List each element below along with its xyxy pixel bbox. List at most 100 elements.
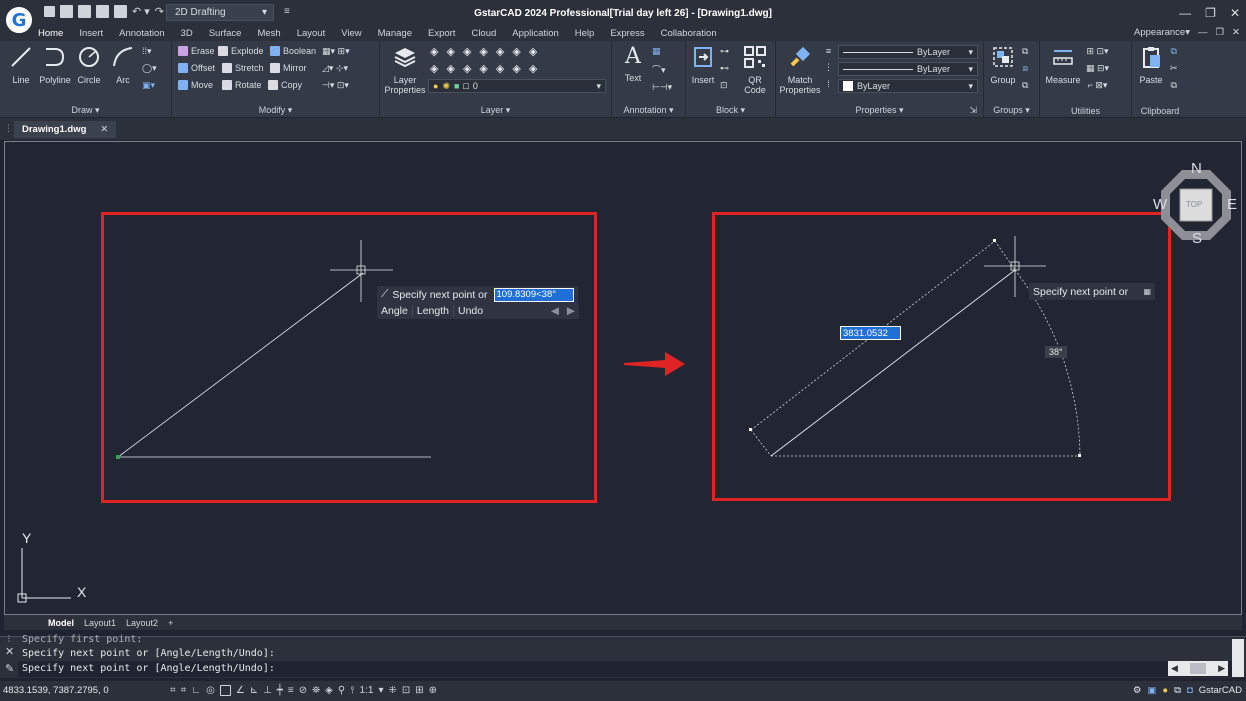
chevron-down-icon[interactable]: ▾: [378, 685, 383, 696]
layer-tool-icon[interactable]: ◈: [430, 45, 438, 58]
tab-model[interactable]: Model: [44, 618, 78, 628]
tab-express[interactable]: Express: [602, 28, 652, 39]
tab-layout1[interactable]: Layout1: [80, 618, 120, 628]
length-input-field[interactable]: 3831.0532: [840, 326, 901, 340]
ellipse-icon[interactable]: ◯▾: [142, 63, 157, 74]
ribbon-close-icon[interactable]: ✕: [1232, 27, 1240, 38]
tab-annotation[interactable]: Annotation: [111, 28, 172, 39]
minimize-button[interactable]: —: [1179, 6, 1191, 20]
explode-button[interactable]: Explode: [218, 46, 264, 56]
line-button[interactable]: Line: [4, 45, 38, 85]
transparency-icon[interactable]: ⁞: [827, 79, 830, 89]
rotate-button[interactable]: Rotate: [222, 80, 262, 90]
paste-button[interactable]: Paste: [1134, 45, 1168, 85]
group-select-icon[interactable]: ⧉: [1022, 80, 1028, 91]
add-layout-button[interactable]: +: [164, 618, 177, 628]
dimension-icon[interactable]: ⊢⊣▾: [652, 82, 672, 93]
attribute-icon[interactable]: ⊷: [720, 63, 729, 74]
option-length[interactable]: Length: [413, 305, 454, 317]
close-button[interactable]: ✕: [1230, 6, 1240, 20]
tab-collaboration[interactable]: Collaboration: [653, 28, 725, 39]
trim-icon[interactable]: ⊣▾ ⊡▾: [322, 80, 349, 91]
layer-tool-icon[interactable]: ◈: [512, 45, 520, 58]
command-vscroll[interactable]: [1232, 639, 1244, 677]
boolean-button[interactable]: Boolean: [270, 46, 316, 56]
calculator-icon[interactable]: ▦ ⊟▾: [1086, 63, 1109, 74]
monitor-icon[interactable]: ▣: [1147, 685, 1156, 696]
appearance-menu[interactable]: Appearance▾: [1134, 27, 1190, 38]
layer-tool-icon[interactable]: ◈: [496, 45, 504, 58]
compass-east[interactable]: E: [1227, 196, 1237, 213]
tab-cloud[interactable]: Cloud: [463, 28, 504, 39]
layer-tool-icon[interactable]: ◈: [512, 62, 520, 75]
layer-tool-icon[interactable]: ◈: [529, 62, 537, 75]
app-menu-button[interactable]: G: [4, 5, 34, 35]
layer-tool-icon[interactable]: ◈: [529, 45, 537, 58]
scroll-thumb[interactable]: [1190, 663, 1206, 674]
ortho-mode-icon[interactable]: ∟: [191, 685, 201, 696]
color-dropdown[interactable]: ByLayer ▾: [838, 45, 978, 59]
compass-south[interactable]: S: [1192, 230, 1202, 247]
copy-base-icon[interactable]: ⧉: [1171, 80, 1177, 91]
layer-tool-icon[interactable]: ◈: [479, 62, 487, 75]
tab-insert[interactable]: Insert: [71, 28, 111, 39]
snap-mode-icon[interactable]: ⌗: [181, 685, 187, 696]
measure-button[interactable]: Measure: [1044, 45, 1082, 85]
array-icon[interactable]: ▦▾ ⊞▾: [322, 46, 350, 57]
tab-layout2[interactable]: Layout2: [122, 618, 162, 628]
lineweight-icon[interactable]: ≡: [826, 46, 831, 56]
tab-surface[interactable]: Surface: [201, 28, 250, 39]
text-button[interactable]: A Text: [616, 45, 650, 84]
cut-icon[interactable]: ✂: [1170, 63, 1178, 74]
linetype-dropdown[interactable]: ByLayer ▾: [838, 62, 978, 76]
drawing-canvas[interactable]: ⟋ Specify next point or 109.8309<38° Ang…: [4, 141, 1242, 615]
polar-tracking-icon[interactable]: ◎: [206, 685, 215, 696]
workspace-switch-icon[interactable]: ⁜: [388, 685, 396, 696]
copy-clip-icon[interactable]: ⧉: [1171, 46, 1177, 57]
linetype-icon[interactable]: ⋮: [824, 62, 833, 73]
layer-tool-icon[interactable]: ◈: [446, 62, 454, 75]
ribbon-restore-icon[interactable]: ❐: [1216, 27, 1225, 38]
isolate-objects-icon[interactable]: ⊡: [402, 685, 410, 696]
scroll-right-icon[interactable]: ▶: [1218, 663, 1225, 674]
3d-osnap-icon[interactable]: ∠: [236, 685, 245, 696]
annotation-panel-title[interactable]: Annotation ▾: [612, 105, 685, 116]
command-scrollbar[interactable]: ◀ ▶: [1168, 661, 1228, 676]
annotation-scale-value[interactable]: 1:1: [360, 685, 374, 696]
maximize-button[interactable]: ❐: [1205, 6, 1216, 20]
group-edit-icon[interactable]: ⧈: [1022, 63, 1028, 74]
tab-layout[interactable]: Layout: [289, 28, 334, 39]
viewcube[interactable]: N S E W TOP: [1153, 160, 1237, 247]
tab-view[interactable]: View: [333, 28, 369, 39]
fillet-icon[interactable]: ◿▾ ⊹▾: [322, 63, 348, 74]
table-icon[interactable]: ▦: [652, 46, 661, 57]
id-point-icon[interactable]: ⊞ ⊡▾: [1086, 46, 1108, 57]
dynamic-ucs-icon[interactable]: ⊥: [263, 685, 272, 696]
tab-application[interactable]: Application: [504, 28, 566, 39]
block-edit-icon[interactable]: ⊶: [720, 46, 729, 57]
mirror-button[interactable]: Mirror: [270, 63, 307, 73]
tab-mesh[interactable]: Mesh: [249, 28, 288, 39]
modify-panel-title[interactable]: Modify ▾: [172, 105, 379, 116]
group-button[interactable]: Group: [986, 45, 1020, 85]
object-snap-icon[interactable]: [219, 685, 231, 696]
grid-mode-icon[interactable]: ⌗: [170, 685, 176, 696]
viewcube-top-face[interactable]: TOP: [1186, 200, 1202, 209]
clean-screen-icon[interactable]: ⊕: [429, 685, 437, 696]
compass-north[interactable]: N: [1191, 160, 1202, 177]
tab-home[interactable]: Home: [30, 28, 71, 39]
layer-tool-icon[interactable]: ◈: [446, 45, 454, 58]
transparency-toggle-icon[interactable]: ⊘: [299, 685, 307, 696]
document-tab-drawing1[interactable]: Drawing1.dwg ✕: [14, 121, 117, 138]
otrack-icon[interactable]: ⊾: [250, 685, 258, 696]
polyline-button[interactable]: Polyline: [38, 45, 72, 85]
lineweight-dropdown[interactable]: ByLayer ▾: [838, 79, 978, 93]
grip-handle-icon[interactable]: ⋮: [5, 634, 13, 643]
tab-export[interactable]: Export: [420, 28, 463, 39]
leader-icon[interactable]: ⌒▾: [652, 63, 666, 76]
insert-block-button[interactable]: Insert: [686, 45, 720, 85]
hardware-accel-icon[interactable]: ⊞: [415, 685, 423, 696]
selection-cycling-icon[interactable]: ⛯: [312, 685, 320, 696]
properties-panel-title[interactable]: Properties ▾ ⇲: [776, 105, 983, 116]
layer-panel-title[interactable]: Layer ▾: [380, 105, 611, 116]
